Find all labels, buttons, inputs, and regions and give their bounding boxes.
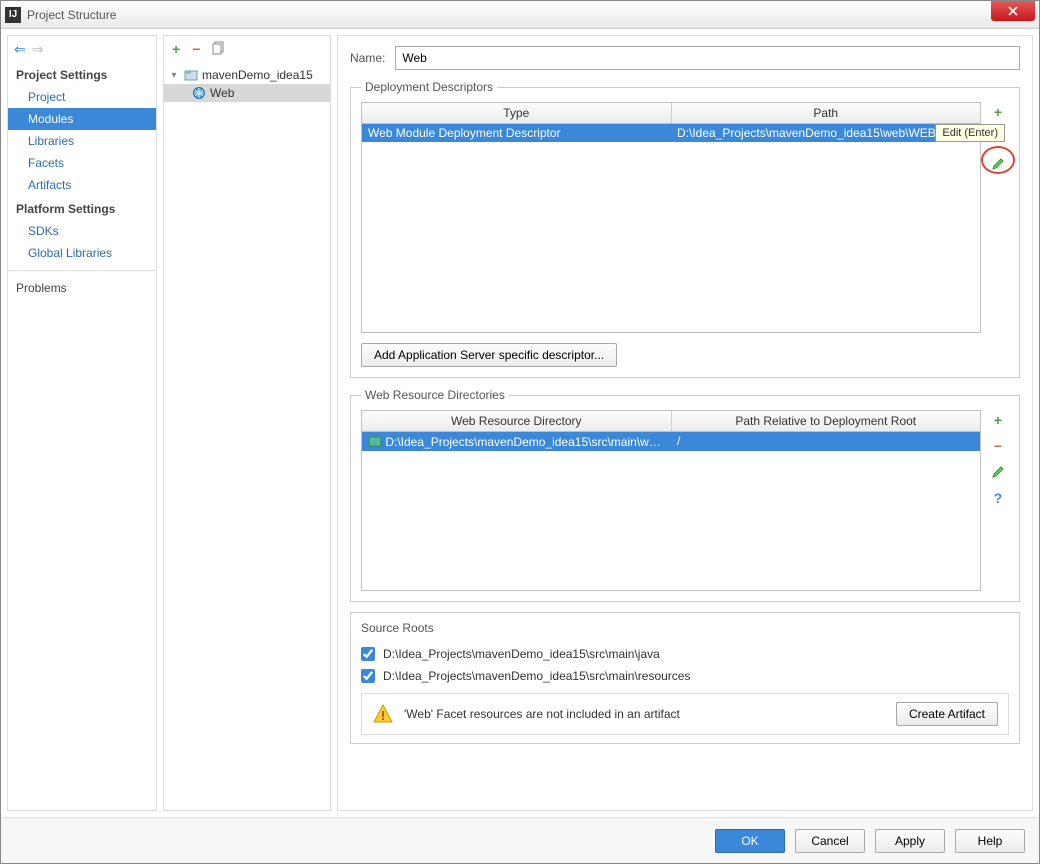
sidebar: ⇐ ⇒ Project Settings Project Modules Lib…: [7, 35, 157, 811]
sidebar-item-sdks[interactable]: SDKs: [8, 220, 156, 242]
web-facet-icon: [192, 86, 206, 100]
depdesc-add-button[interactable]: +: [988, 102, 1008, 122]
edit-tooltip: Edit (Enter): [935, 124, 1005, 142]
facet-editor: Name: Deployment Descriptors Type Path W…: [337, 35, 1033, 811]
col-webdir: Web Resource Directory: [362, 411, 672, 431]
cell-rel: /: [671, 432, 980, 451]
source-root-checkbox[interactable]: [361, 669, 375, 683]
source-roots-section: Source Roots D:\Idea_Projects\mavenDemo_…: [350, 612, 1020, 744]
tree-child-label: Web: [210, 86, 234, 100]
tree-root-label: mavenDemo_idea15: [202, 68, 313, 82]
webres-remove-button[interactable]: −: [988, 436, 1008, 456]
col-path: Path: [672, 103, 981, 123]
sidebar-item-project[interactable]: Project: [8, 86, 156, 108]
webres-help-button[interactable]: ?: [988, 488, 1008, 508]
cell-type: Web Module Deployment Descriptor: [362, 124, 671, 142]
source-root-item[interactable]: D:\Idea_Projects\mavenDemo_idea15\src\ma…: [361, 665, 1009, 687]
tree-child[interactable]: Web: [164, 84, 330, 102]
depdesc-table[interactable]: Type Path Web Module Deployment Descript…: [361, 102, 981, 333]
source-root-path: D:\Idea_Projects\mavenDemo_idea15\src\ma…: [383, 647, 660, 661]
table-row[interactable]: Web Module Deployment Descriptor D:\Idea…: [362, 124, 980, 142]
sidebar-item-globallibs[interactable]: Global Libraries: [8, 242, 156, 264]
warning-text: 'Web' Facet resources are not included i…: [404, 707, 680, 721]
expand-icon[interactable]: ▾: [168, 70, 180, 81]
col-type: Type: [362, 103, 672, 123]
back-icon[interactable]: ⇐: [14, 41, 26, 58]
cell-path: D:\Idea_Projects\mavenDemo_idea15\web\WE…: [671, 124, 980, 142]
col-rel: Path Relative to Deployment Root: [672, 411, 981, 431]
remove-icon[interactable]: −: [192, 41, 200, 57]
titlebar: IJ Project Structure: [1, 1, 1039, 29]
apply-button[interactable]: Apply: [875, 829, 945, 853]
table-row[interactable]: D:\Idea_Projects\mavenDemo_idea15\src\ma…: [362, 432, 980, 451]
depdesc-edit-button[interactable]: [988, 154, 1008, 174]
name-label: Name:: [350, 51, 385, 65]
create-artifact-button[interactable]: Create Artifact: [896, 702, 998, 726]
close-button[interactable]: [991, 1, 1035, 21]
sidebar-item-problems[interactable]: Problems: [8, 277, 156, 299]
source-root-checkbox[interactable]: [361, 647, 375, 661]
sidebar-header-platform: Platform Settings: [8, 196, 156, 220]
app-icon: IJ: [5, 7, 21, 23]
window-title: Project Structure: [27, 8, 991, 22]
tree-root[interactable]: ▾ mavenDemo_idea15: [164, 66, 330, 84]
webres-legend: Web Resource Directories: [361, 388, 509, 402]
sidebar-item-artifacts[interactable]: Artifacts: [8, 174, 156, 196]
cancel-button[interactable]: Cancel: [795, 829, 865, 853]
depdesc-legend: Deployment Descriptors: [361, 80, 497, 94]
sidebar-item-libraries[interactable]: Libraries: [8, 130, 156, 152]
sidebar-item-modules[interactable]: Modules: [8, 108, 156, 130]
webres-add-button[interactable]: +: [988, 410, 1008, 430]
copy-icon[interactable]: [212, 41, 226, 58]
add-server-descriptor-button[interactable]: Add Application Server specific descript…: [361, 343, 617, 367]
sourceroots-legend: Source Roots: [361, 621, 1009, 635]
dialog-footer: OK Cancel Apply Help: [1, 817, 1039, 863]
source-root-path: D:\Idea_Projects\mavenDemo_idea15\src\ma…: [383, 669, 690, 683]
ok-button[interactable]: OK: [715, 829, 785, 853]
webres-table[interactable]: Web Resource Directory Path Relative to …: [361, 410, 981, 591]
sidebar-item-facets[interactable]: Facets: [8, 152, 156, 174]
module-icon: [184, 68, 198, 82]
webres-edit-button[interactable]: [988, 462, 1008, 482]
add-icon[interactable]: +: [172, 41, 180, 57]
sidebar-header-project: Project Settings: [8, 62, 156, 86]
warning-icon: [372, 703, 394, 725]
help-button[interactable]: Help: [955, 829, 1025, 853]
name-input[interactable]: [395, 46, 1020, 70]
cell-webdir: D:\Idea_Projects\mavenDemo_idea15\src\ma…: [362, 432, 671, 451]
module-tree-pane: + − ▾ mavenDemo_idea15: [163, 35, 331, 811]
source-root-item[interactable]: D:\Idea_Projects\mavenDemo_idea15\src\ma…: [361, 643, 1009, 665]
forward-icon[interactable]: ⇒: [32, 41, 44, 58]
